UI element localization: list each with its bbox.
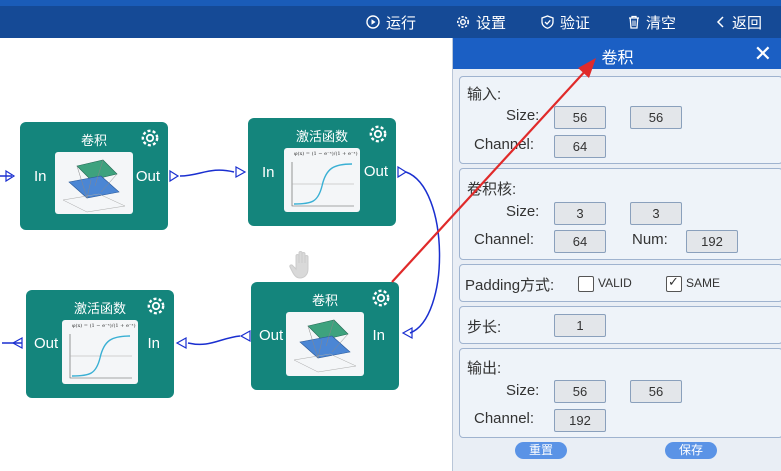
input-group: 输入: Size: 56 56 Channel: 64 (459, 76, 781, 164)
padding-valid-checkbox[interactable] (578, 276, 594, 292)
node-activation-1[interactable]: 激活函数 In Out φ(x) = (1 − e⁻ˣ)/(1 + e⁻ˣ) (248, 118, 396, 226)
output-channel-label: Channel: (474, 410, 535, 427)
run-button[interactable]: 运行 (366, 12, 416, 32)
reset-button[interactable]: 重置 (515, 442, 567, 459)
settings-label: 设置 (476, 14, 507, 32)
node-out-port[interactable]: Out (136, 168, 160, 185)
gear-icon (457, 16, 469, 28)
output-size-height-field[interactable]: 56 (630, 380, 682, 403)
panel-header: 卷积 ✕ (453, 38, 781, 69)
stride-group: 步长: 1 (459, 306, 781, 344)
node-activation-2[interactable]: 激活函数 Out In φ(x) = (1 − e⁻ˣ)/(1 + e⁻ˣ) (26, 290, 174, 398)
back-label: 返回 (732, 14, 763, 32)
padding-group: Padding方式: VALID SAME (459, 264, 781, 302)
kernel-size-width-field[interactable]: 3 (554, 202, 606, 225)
sigmoid-plot-illustration: φ(x) = (1 − e⁻ˣ)/(1 + e⁻ˣ) (284, 148, 360, 212)
kernel-num-field[interactable]: 192 (686, 230, 738, 253)
clear-button[interactable]: 清空 (628, 12, 676, 32)
clear-label: 清空 (646, 14, 677, 32)
run-label: 运行 (386, 14, 417, 32)
hand-cursor-icon (289, 251, 309, 279)
graph-canvas[interactable]: 卷积 In Out 激活函数 In Out φ(x) = (1 − e⁻ˣ)/(… (0, 38, 452, 471)
kernel-size-height-field[interactable]: 3 (630, 202, 682, 225)
settings-button[interactable]: 设置 (456, 12, 506, 32)
input-channel-field[interactable]: 64 (554, 135, 606, 158)
node-settings-gear-icon[interactable] (371, 288, 391, 308)
node-in-port[interactable]: In (34, 168, 47, 185)
node-conv-2[interactable]: 卷积 Out In (251, 282, 399, 390)
input-channel-label: Channel: (474, 136, 535, 153)
toolbar-strip (0, 0, 781, 6)
padding-valid-label: VALID (598, 276, 632, 290)
output-size-width-field[interactable]: 56 (554, 380, 606, 403)
stride-label: 步长: (467, 319, 502, 336)
convolution-illustration (286, 312, 364, 376)
kernel-channel-field[interactable]: 64 (554, 230, 606, 253)
input-header: 输入: (467, 86, 502, 103)
top-toolbar: 运行 设置 验证 清空 返回 (0, 0, 781, 38)
input-size-height-field[interactable]: 56 (630, 106, 682, 129)
node-conv-1[interactable]: 卷积 In Out (20, 122, 168, 230)
padding-same-checkbox[interactable] (666, 274, 682, 292)
kernel-group: 卷积核: Size: 3 3 Channel: 64 Num: 192 (459, 168, 781, 260)
output-channel-field[interactable]: 192 (554, 409, 606, 432)
verify-label: 验证 (560, 14, 591, 32)
padding-label: Padding方式: (465, 277, 555, 294)
node-in-port[interactable]: In (262, 164, 275, 181)
chevron-left-icon (716, 16, 724, 28)
connection-wires (0, 165, 441, 350)
verify-button[interactable]: 验证 (541, 12, 590, 32)
kernel-num-label: Num: (632, 231, 668, 248)
stride-field[interactable]: 1 (554, 314, 606, 337)
input-size-width-field[interactable]: 56 (554, 106, 606, 129)
node-in-port[interactable]: In (372, 327, 385, 344)
output-group: 输出: Size: 56 56 Channel: 192 (459, 348, 781, 438)
node-settings-gear-icon[interactable] (368, 124, 388, 144)
kernel-channel-label: Channel: (474, 231, 535, 248)
node-settings-gear-icon[interactable] (140, 128, 160, 148)
node-out-port[interactable]: Out (34, 335, 58, 352)
play-icon (366, 15, 380, 29)
node-settings-gear-icon[interactable] (146, 296, 166, 316)
padding-same-label: SAME (686, 276, 721, 290)
kernel-size-label: Size: (506, 203, 540, 220)
conv-properties-panel: 卷积 ✕ 输入: Size: 56 56 Channel: 64 卷积核: Si… (452, 38, 781, 471)
save-button[interactable]: 保存 (665, 442, 717, 459)
kernel-header: 卷积核: (467, 181, 517, 198)
input-size-label: Size: (506, 107, 540, 124)
close-icon[interactable]: ✕ (754, 41, 772, 67)
back-button[interactable]: 返回 (716, 12, 762, 32)
node-out-port[interactable]: Out (259, 327, 283, 344)
sigmoid-plot-illustration: φ(x) = (1 − e⁻ˣ)/(1 + e⁻ˣ) (62, 320, 138, 384)
trash-icon (629, 15, 639, 29)
node-out-port[interactable]: Out (364, 163, 388, 180)
output-size-label: Size: (506, 382, 540, 399)
node-in-port[interactable]: In (147, 335, 160, 352)
panel-title: 卷积 (601, 50, 634, 67)
output-header: 输出: (467, 360, 502, 377)
convolution-illustration (55, 152, 133, 214)
shield-check-icon (541, 15, 554, 29)
